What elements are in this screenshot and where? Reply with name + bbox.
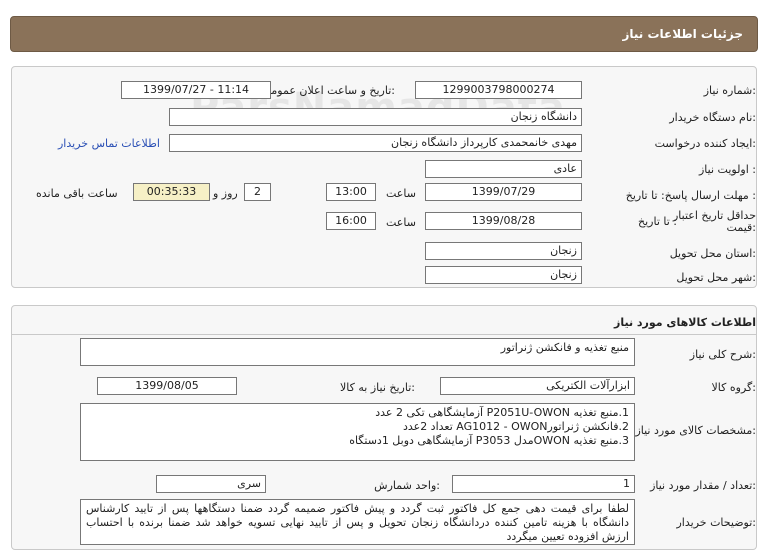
delivery-province-field: زنجان bbox=[425, 242, 582, 260]
specs-label: مشخصات کالای مورد نیاز: bbox=[635, 424, 756, 437]
delivery-city-label: شهر محل تحویل: bbox=[676, 271, 756, 284]
goods-group-field: ابزارآلات الکتریکی bbox=[440, 377, 635, 395]
priority-field: عادی bbox=[425, 160, 582, 178]
buyer-contact-link[interactable]: اطلاعات تماس خریدار bbox=[58, 137, 160, 150]
buyer-notes-label: توضیحات خریدار: bbox=[676, 516, 757, 529]
validity-time-label: ساعت bbox=[386, 216, 416, 229]
summary-label: شرح کلی نیاز: bbox=[689, 348, 756, 361]
remaining-time-label: ساعت باقی مانده bbox=[36, 187, 118, 200]
buyer-org-label: نام دستگاه خریدار: bbox=[669, 111, 756, 124]
need-date-field: 1399/08/05 bbox=[97, 377, 237, 395]
goods-section-title: اطلاعات کالاهای مورد نیاز bbox=[614, 316, 756, 329]
reply-deadline-time-field: 13:00 bbox=[326, 183, 376, 201]
specs-field: 1.منبع تغذیه P2051U-OWON آزمایشگاهی تکی … bbox=[80, 403, 635, 461]
reply-deadline-date-field: 1399/07/29 bbox=[425, 183, 582, 201]
price-validity-date-field: 1399/08/28 bbox=[425, 212, 582, 230]
goods-group-label: گروه کالا: bbox=[711, 381, 756, 394]
buyer-org-field: دانشگاه زنجان bbox=[169, 108, 582, 126]
price-validity-label-2: قیمت: bbox=[726, 221, 756, 234]
requester-field: مهدی خانمحمدی کارپرداز دانشگاه زنجان bbox=[169, 134, 582, 152]
priority-label: اولویت نیاز : bbox=[698, 163, 756, 176]
unit-label: واحد شمارش: bbox=[374, 479, 440, 492]
days-label: روز و bbox=[213, 187, 238, 200]
buyer-notes-text: لطفا برای قیمت دهی جمع کل فاکتور ثبت گرد… bbox=[86, 502, 629, 543]
summary-field: منبع تغذیه و فانکشن ژنراتور bbox=[80, 338, 635, 366]
remaining-time-field: 00:35:33 bbox=[133, 183, 210, 201]
page-header: جزئیات اطلاعات نیاز bbox=[10, 16, 758, 52]
need-number-label: شماره نیاز: bbox=[703, 84, 756, 97]
reply-deadline-label: مهلت ارسال پاسخ: تا تاریخ : bbox=[625, 189, 756, 202]
section-divider bbox=[11, 334, 757, 335]
requester-label: ایجاد کننده درخواست: bbox=[654, 137, 756, 150]
buyer-notes-field: لطفا برای قیمت دهی جمع کل فاکتور ثبت گرد… bbox=[80, 499, 635, 545]
remaining-days-field: 2 bbox=[244, 183, 271, 201]
quantity-field: 1 bbox=[452, 475, 635, 493]
page-title: جزئیات اطلاعات نیاز bbox=[622, 27, 743, 41]
announce-datetime-label: تاریخ و ساعت اعلان عمومی: bbox=[262, 84, 395, 97]
delivery-province-label: استان محل تحویل: bbox=[669, 247, 756, 260]
need-date-label: تاریخ نیاز به کالا: bbox=[340, 381, 415, 394]
to-date-label: تا تاریخ : bbox=[638, 215, 677, 228]
delivery-city-field: زنجان bbox=[425, 266, 582, 284]
price-validity-time-field: 16:00 bbox=[326, 212, 376, 230]
quantity-label: تعداد / مقدار مورد نیاز: bbox=[650, 479, 756, 492]
reply-time-label: ساعت bbox=[386, 187, 416, 200]
summary-text: منبع تغذیه و فانکشن ژنراتور bbox=[500, 341, 629, 354]
spec-line: 3.منبع تغذیه OWONمدل P3053 آزمایشگاهی دو… bbox=[349, 434, 629, 447]
need-number-field: 1299003798000274 bbox=[415, 81, 582, 99]
spec-line: 2.فانکشن ژنراتورAG1012 - OWON تعداد 2عدد bbox=[402, 420, 629, 433]
unit-field: سری bbox=[156, 475, 266, 493]
spec-line: 1.منبع تغذیه P2051U-OWON آزمایشگاهی تکی … bbox=[375, 406, 629, 419]
announce-datetime-field: 1399/07/27 - 11:14 bbox=[121, 81, 271, 99]
